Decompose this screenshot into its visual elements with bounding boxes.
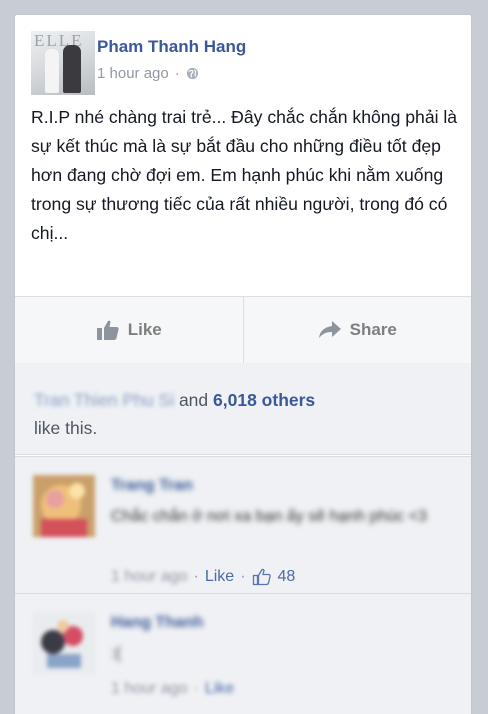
like-button[interactable]: Like — [15, 297, 243, 363]
commenter-avatar[interactable] — [33, 475, 95, 537]
comment-like-link[interactable]: Like — [205, 568, 234, 586]
comment-timestamp[interactable]: 1 hour ago — [111, 680, 188, 698]
meta-separator: · — [240, 568, 246, 585]
meta-separator: · — [174, 65, 180, 82]
author-name[interactable]: Pham Thanh Hang — [97, 37, 246, 57]
commenter-avatar[interactable] — [33, 612, 95, 674]
comment-item: Hang Thanh :( 1 hour ago · Like — [15, 593, 471, 714]
commenter-name[interactable]: Trang Tran — [111, 477, 193, 495]
post-actions: Like Share — [15, 296, 471, 364]
likes-suffix: like this. — [34, 418, 98, 438]
share-arrow-icon — [318, 321, 341, 338]
author-avatar[interactable]: ELLE — [31, 31, 95, 95]
comment-meta: 1 hour ago · Like · 48 — [111, 568, 295, 586]
meta-separator: · — [193, 680, 199, 697]
likes-summary: Tran Thien Phu Si and 6,018 others like … — [15, 363, 471, 455]
post-meta: 1 hour ago · — [97, 65, 199, 82]
likes-sentence: Tran Thien Phu Si and 6,018 others like … — [34, 386, 315, 442]
globe-icon[interactable] — [186, 67, 199, 80]
comment-meta: 1 hour ago · Like — [111, 680, 234, 698]
share-button[interactable]: Share — [242, 297, 472, 363]
thumbs-up-icon — [96, 320, 119, 340]
post-card: ELLE Pham Thanh Hang 1 hour ago · R.I.P … — [14, 14, 472, 714]
comment-like-link[interactable]: Like — [205, 680, 234, 698]
comment-timestamp[interactable]: 1 hour ago — [111, 568, 188, 586]
commenter-name[interactable]: Hang Thanh — [111, 614, 203, 632]
post-header: ELLE Pham Thanh Hang 1 hour ago · — [15, 15, 471, 95]
comment-text: :( — [111, 645, 121, 662]
share-label: Share — [349, 320, 397, 339]
avatar-figure — [63, 45, 81, 93]
comment-text: Chắc chắn ở nơi xa bạn ấy sẽ hạnh phúc <… — [111, 508, 427, 525]
liker-name[interactable]: Tran Thien Phu Si — [34, 390, 174, 410]
like-label: Like — [127, 320, 162, 339]
likes-others-link[interactable]: 6,018 others — [213, 390, 315, 410]
likes-connector: and — [178, 390, 209, 410]
post-timestamp[interactable]: 1 hour ago — [97, 65, 169, 82]
comment-like-count[interactable]: 48 — [278, 568, 296, 586]
avatar-figure — [45, 49, 59, 93]
thumbs-up-outline-icon — [252, 568, 271, 586]
comment-item: Trang Tran Chắc chắn ở nơi xa bạn ấy sẽ … — [15, 456, 471, 593]
meta-separator: · — [193, 568, 199, 585]
post-body: R.I.P nhé chàng trai trẻ... Đây chắc chắ… — [31, 107, 458, 243]
